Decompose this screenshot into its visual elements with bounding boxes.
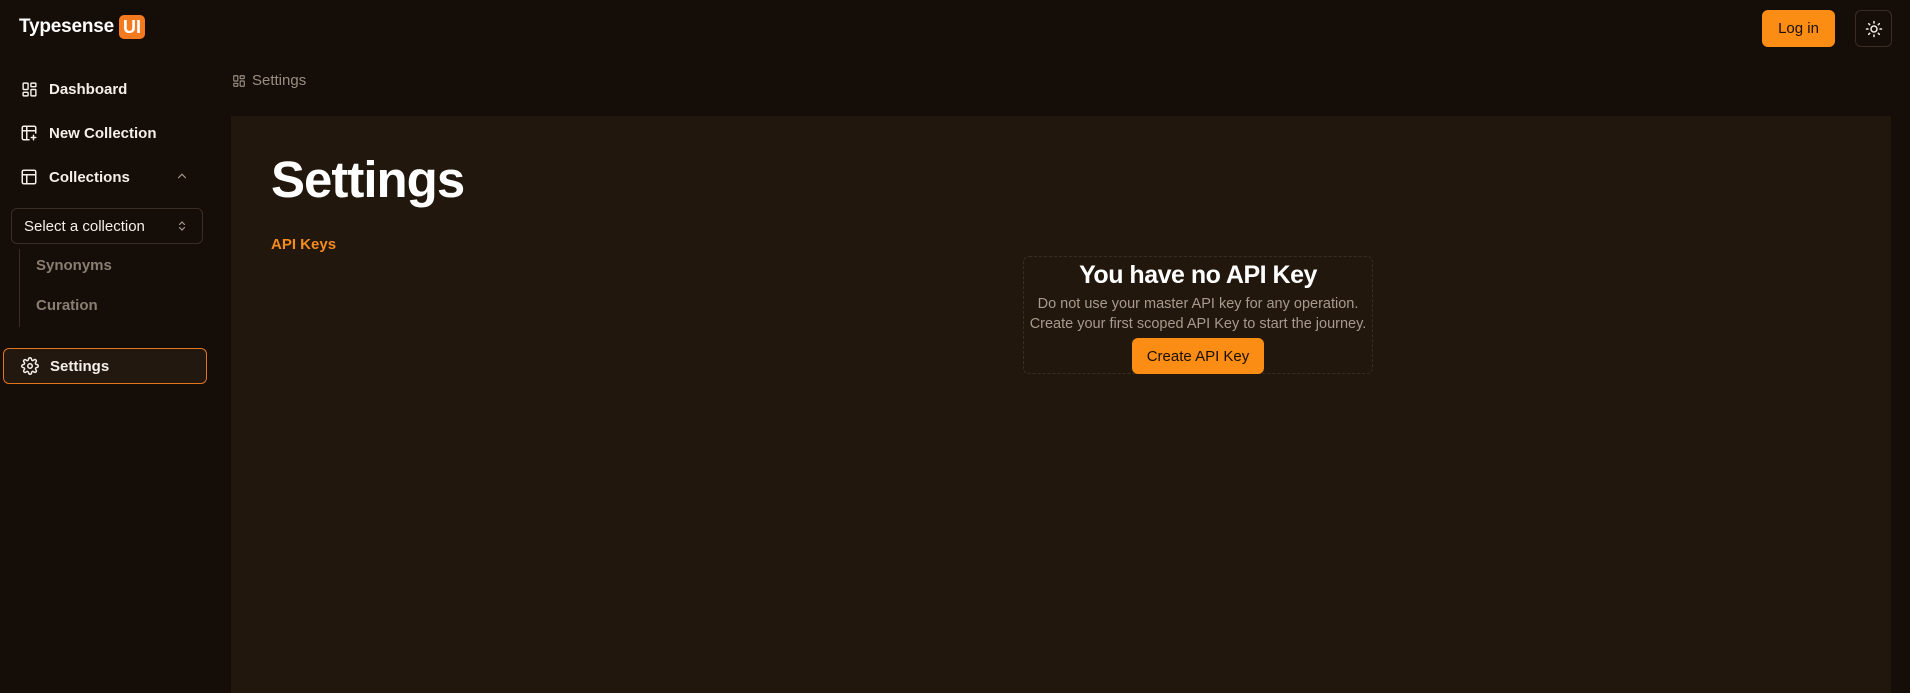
brand-name: Typesense bbox=[19, 16, 115, 37]
sidebar-item-label: Dashboard bbox=[49, 80, 128, 98]
brand-badge: UI bbox=[119, 15, 146, 39]
table-icon bbox=[19, 167, 39, 187]
brand-logo[interactable]: Typesense UI bbox=[19, 15, 146, 39]
breadcrumb-item-settings[interactable]: Settings bbox=[252, 72, 306, 89]
sidebar-item-label: Collections bbox=[49, 168, 130, 186]
sidebar-item-curation[interactable]: Curation bbox=[30, 290, 104, 320]
sidebar-item-label: Settings bbox=[50, 357, 110, 375]
collection-select[interactable]: Select a collection bbox=[11, 208, 203, 244]
top-bar: Typesense UI Log in bbox=[0, 0, 1910, 56]
chevron-up-icon[interactable] bbox=[175, 169, 189, 183]
sidebar-item-label: New Collection bbox=[49, 124, 157, 142]
page-title: Settings bbox=[271, 151, 465, 208]
dashboard-icon bbox=[19, 79, 39, 99]
empty-state-card: You have no API Key Do not use your mast… bbox=[1023, 256, 1373, 374]
gear-icon bbox=[20, 356, 40, 376]
create-api-key-button[interactable]: Create API Key bbox=[1132, 338, 1264, 374]
sidebar-item-new-collection[interactable]: New Collection bbox=[3, 115, 207, 151]
sidebar-item-collections[interactable]: Collections bbox=[3, 159, 207, 195]
empty-state-title: You have no API Key bbox=[1079, 261, 1317, 289]
login-button[interactable]: Log in bbox=[1762, 10, 1835, 47]
empty-state-line-1: Do not use your master API key for any o… bbox=[1037, 296, 1359, 312]
app-root: Typesense UI Log in Dashboard New Collec… bbox=[0, 0, 1910, 693]
breadcrumb: Settings bbox=[232, 72, 306, 89]
tab-api-keys[interactable]: API Keys bbox=[271, 236, 336, 253]
dashboard-icon bbox=[233, 74, 245, 87]
sidebar-item-settings[interactable]: Settings bbox=[3, 348, 207, 384]
sidebar-item-synonyms[interactable]: Synonyms bbox=[30, 250, 118, 280]
window-edge bbox=[1903, 0, 1910, 693]
empty-state-line-2: Create your first scoped API Key to star… bbox=[1029, 316, 1367, 332]
sun-icon bbox=[1865, 20, 1882, 37]
sidebar: Dashboard New Collection Collections Sel… bbox=[0, 56, 220, 693]
chevrons-up-down-icon bbox=[178, 221, 186, 231]
theme-toggle-button[interactable] bbox=[1855, 10, 1892, 47]
collection-subtree: Synonyms Curation bbox=[19, 249, 199, 327]
sidebar-item-dashboard[interactable]: Dashboard bbox=[3, 71, 207, 107]
main-panel: Settings API Keys You have no API Key Do… bbox=[231, 116, 1891, 693]
table-plus-icon bbox=[19, 123, 39, 143]
empty-state-description: Do not use your master API key for any o… bbox=[1024, 294, 1372, 334]
collection-select-value: Select a collection bbox=[24, 217, 145, 235]
